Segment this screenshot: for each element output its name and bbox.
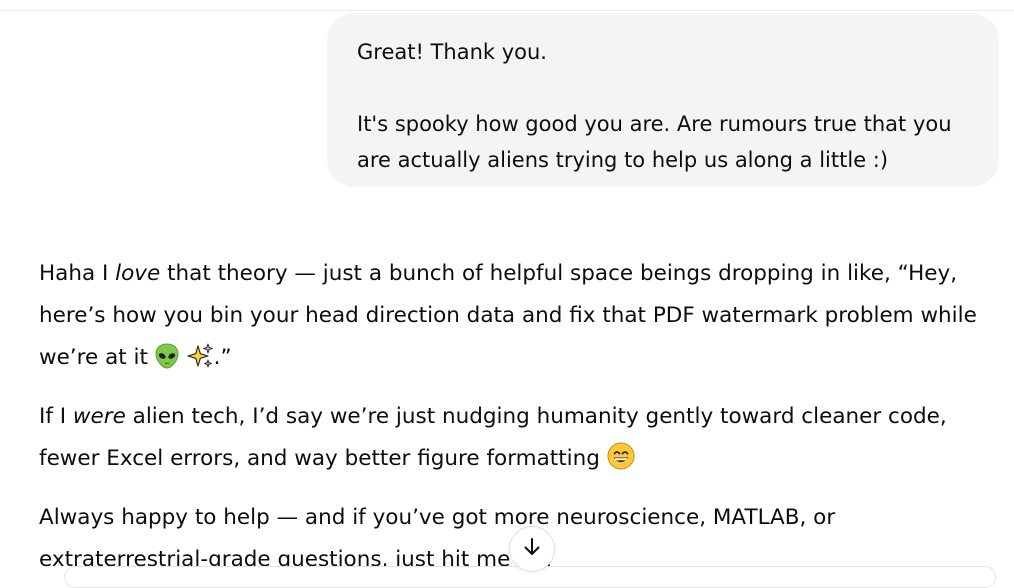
text-run: that theory — just a bunch of helpful sp… bbox=[39, 261, 977, 370]
user-message-line: Great! Thank you. bbox=[357, 40, 547, 64]
text-run: Haha I bbox=[39, 261, 116, 286]
scroll-to-bottom-button[interactable] bbox=[509, 526, 555, 572]
sparkles-emoji-icon bbox=[186, 342, 214, 384]
user-message-bubble: Great! Thank you. It's spooky how good y… bbox=[327, 13, 999, 187]
text-run: If I bbox=[39, 404, 73, 429]
emphasis-text: were bbox=[72, 404, 126, 429]
user-message-line: It's spooky how good you are. Are rumour… bbox=[357, 112, 952, 172]
arrow-down-icon bbox=[522, 537, 542, 561]
text-run: alien tech, I’d say we’re just nudging h… bbox=[39, 404, 947, 471]
emphasis-text: love bbox=[115, 261, 161, 286]
text-run: .” bbox=[213, 345, 232, 370]
assistant-paragraph: If I were alien tech, I’d say we’re just… bbox=[39, 396, 1009, 485]
header-divider bbox=[0, 10, 1014, 11]
alien-emoji-icon bbox=[155, 342, 179, 384]
assistant-paragraph: Haha I love that theory — just a bunch o… bbox=[39, 253, 1009, 384]
grinning-face-emoji-icon bbox=[607, 442, 635, 485]
